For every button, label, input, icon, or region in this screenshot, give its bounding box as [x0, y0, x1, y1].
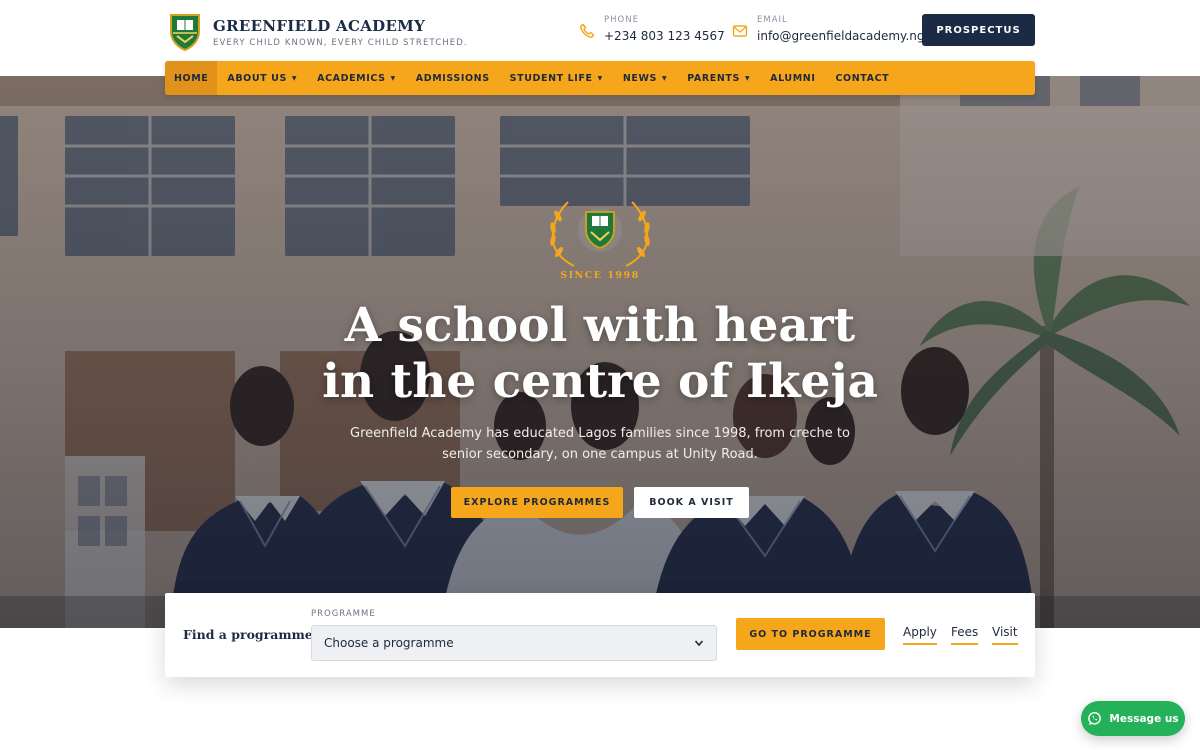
- hero-subtitle: Greenfield Academy has educated Lagos fa…: [350, 423, 850, 465]
- go-to-programme-button[interactable]: GO TO PROGRAMME: [736, 618, 885, 650]
- message-us-label: Message us: [1109, 712, 1179, 725]
- phone-label: PHONE: [604, 15, 639, 25]
- nav-item-contact[interactable]: CONTACT: [825, 61, 899, 95]
- school-crest-icon: [170, 14, 200, 52]
- nav-item-alumni[interactable]: ALUMNI: [760, 61, 825, 95]
- nav-item-academics[interactable]: ACADEMICS ▼: [307, 61, 406, 95]
- quick-link-fees[interactable]: Fees: [951, 625, 979, 645]
- caret-down-icon: ▼: [291, 74, 298, 82]
- brand-logo-link[interactable]: GREENFIELD ACADEMY EVERY CHILD KNOWN, EV…: [168, 12, 468, 52]
- nav-item-admissions[interactable]: ADMISSIONS: [406, 61, 500, 95]
- quick-link-visit[interactable]: Visit: [992, 625, 1018, 645]
- finder-title: Find a programme: [183, 627, 313, 642]
- programme-field-label: PROGRAMME: [311, 609, 376, 619]
- brand-name: GREENFIELD ACADEMY: [213, 17, 426, 35]
- caret-down-icon: ▼: [661, 74, 668, 82]
- nav-label: ADMISSIONS: [415, 72, 490, 84]
- hero-title: A school with heart in the centre of Ike…: [250, 298, 950, 410]
- whatsapp-icon: [1088, 711, 1102, 726]
- brand-tagline: EVERY CHILD KNOWN, EVERY CHILD STRETCHED…: [213, 38, 468, 48]
- phone-contact[interactable]: PHONE +234 803 123 4567: [579, 14, 725, 46]
- nav-label: CONTACT: [835, 72, 890, 84]
- nav-label: ALUMNI: [770, 72, 816, 84]
- hero-title-line-2: in the centre of Ikeja: [322, 354, 878, 409]
- programme-select-value: Choose a programme: [324, 636, 454, 650]
- caret-down-icon: ▼: [744, 74, 751, 82]
- whatsapp-message-button[interactable]: Message us: [1081, 701, 1185, 736]
- nav-label: ACADEMICS: [317, 72, 386, 84]
- book-a-visit-button[interactable]: BOOK A VISIT: [634, 487, 749, 518]
- phone-number[interactable]: +234 803 123 4567: [604, 26, 725, 46]
- nav-item-about-us[interactable]: ABOUT US ▼: [217, 61, 307, 95]
- nav-label: NEWS: [622, 72, 657, 84]
- main-navigation: HOME ABOUT US ▼ ACADEMICS ▼ ADMISSIONS STU…: [165, 61, 1035, 95]
- programme-finder-card: Find a programme PROGRAMME Choose a prog…: [165, 593, 1035, 677]
- chevron-down-icon: [694, 640, 704, 647]
- hero-subtitle-line-1: Greenfield Academy has educated Lagos fa…: [350, 426, 850, 441]
- explore-programmes-button[interactable]: EXPLORE PROGRAMMES: [451, 487, 623, 518]
- programme-select[interactable]: Choose a programme: [311, 625, 717, 661]
- nav-item-home[interactable]: HOME: [165, 61, 218, 95]
- mail-icon: [732, 25, 748, 37]
- nav-item-news[interactable]: NEWS ▼: [613, 61, 677, 95]
- laurel-crest-emblem-icon: [550, 201, 650, 267]
- nav-label: STUDENT LIFE: [509, 72, 593, 84]
- nav-label: ABOUT US: [227, 72, 287, 84]
- prospectus-button[interactable]: PROSPECTUS: [922, 14, 1035, 46]
- caret-down-icon: ▼: [597, 74, 603, 82]
- hero-title-line-1: A school with heart: [344, 298, 856, 353]
- nav-item-parents[interactable]: PARENTS ▼: [677, 61, 760, 95]
- hero-subtitle-line-2: senior secondary, on one campus at Unity…: [442, 447, 758, 462]
- email-contact[interactable]: EMAIL info@greenfieldacademy.ng: [732, 14, 924, 46]
- since-year-label: SINCE 1998: [560, 270, 640, 281]
- nav-label: HOME: [174, 72, 209, 84]
- caret-down-icon: ▼: [390, 74, 396, 82]
- email-label: EMAIL: [757, 15, 788, 25]
- nav-item-student-life[interactable]: STUDENT LIFE ▼: [500, 61, 613, 95]
- nav-label: PARENTS: [687, 72, 740, 84]
- email-address[interactable]: info@greenfieldacademy.ng: [757, 26, 924, 46]
- phone-icon: [580, 23, 595, 38]
- quick-link-apply[interactable]: Apply: [903, 625, 937, 645]
